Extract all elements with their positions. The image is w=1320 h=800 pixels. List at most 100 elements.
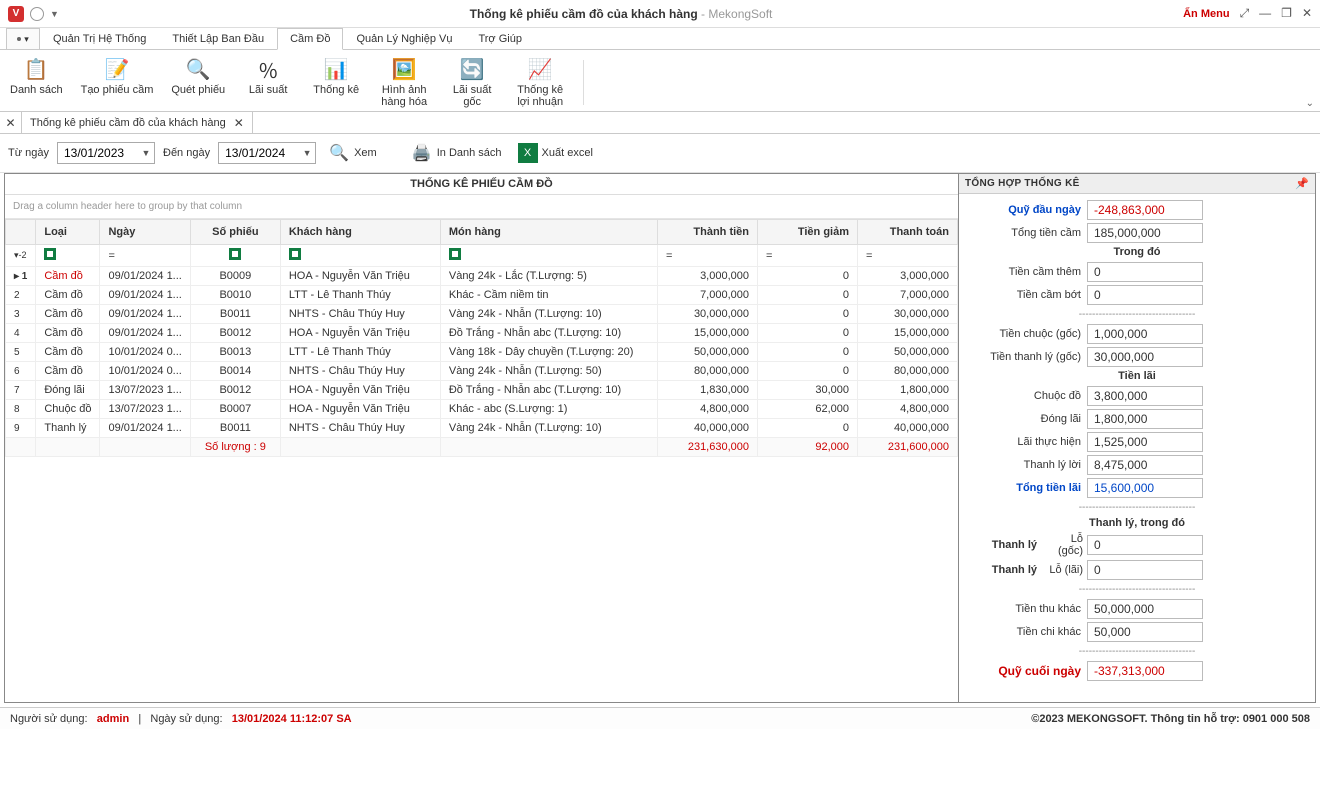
document-tabs: ✕ Thống kê phiếu cầm đồ của khách hàng ✕ <box>0 112 1320 134</box>
menu-tabs: ▾ Quản Trị Hệ ThốngThiết Lập Ban ĐầuCầm … <box>0 28 1320 50</box>
document-tab-close[interactable]: ✕ <box>234 116 244 130</box>
divider: ----------------------------------- <box>1079 309 1196 320</box>
ribbon-label: Thống kê lợi nhuận <box>517 84 563 108</box>
ribbon-icon: 🔍 <box>185 56 211 82</box>
quy-cuoi-value: -337,313,000 <box>1087 661 1203 681</box>
ribbon-item[interactable]: 🔍 Quét phiếu <box>171 56 225 109</box>
tong-cam-value: 185,000,000 <box>1087 223 1203 243</box>
from-date-dropdown-icon[interactable]: ▼ <box>138 148 154 158</box>
to-date-input[interactable] <box>219 143 299 163</box>
ribbon-icon: 🖼️ <box>391 56 417 82</box>
summary-panel: TỔNG HỢP THỐNG KÊ 📌 Quỹ đầu ngày-248,863… <box>959 174 1315 702</box>
ribbon-item[interactable]: 📋Danh sách <box>10 56 63 109</box>
totals-thanh: 231,600,000 <box>858 438 958 457</box>
ribbon-icon: 📝 <box>104 56 130 82</box>
ribbon-label: Quét phiếu <box>171 84 225 96</box>
menu-tab[interactable]: Trợ Giúp <box>465 28 534 49</box>
ribbon-label: Tạo phiếu cầm <box>81 84 154 96</box>
ribbon-expand-icon[interactable]: ⌄ <box>1306 98 1314 109</box>
thu-khac-value: 50,000,000 <box>1087 599 1203 619</box>
table-row[interactable]: 6Cầm đồ10/01/2024 0...B0014NHTS - Châu T… <box>6 362 958 381</box>
filter-row[interactable]: ▾-2==== <box>6 245 958 267</box>
pin-icon[interactable]: 📌 <box>1295 177 1309 190</box>
chevron-down-icon[interactable]: ▼ <box>50 9 59 19</box>
column-header[interactable]: Tiền giảm <box>758 220 858 245</box>
column-header[interactable]: Thanh toán <box>858 220 958 245</box>
to-date-dropdown-icon[interactable]: ▼ <box>299 148 315 158</box>
ribbon-icon: 📋 <box>23 56 49 82</box>
column-header[interactable]: Loại <box>36 220 100 245</box>
ribbon-label: Thống kê <box>313 84 359 96</box>
chi-khac-value: 50,000 <box>1087 622 1203 642</box>
minimize-icon[interactable]: — <box>1259 6 1271 21</box>
status-copyright: ©2023 MEKONGSOFT. Thông tin hỗ trợ: 0901… <box>1031 713 1310 725</box>
lo-lai-value: 0 <box>1087 560 1203 580</box>
group-drop-area[interactable]: Drag a column header here to group by th… <box>5 195 958 219</box>
ribbon-label: Hình ảnh hàng hóa <box>381 84 427 108</box>
ribbon-collapse-icon[interactable]: ⤢ <box>1240 6 1250 21</box>
export-excel-button[interactable]: X Xuất excel <box>514 141 597 165</box>
titlebar: V ▼ Thống kê phiếu cầm đồ của khách hàng… <box>0 0 1320 28</box>
column-header[interactable]: Khách hàng <box>280 220 440 245</box>
column-header[interactable]: Thành tiền <box>658 220 758 245</box>
trong-do-head: Trong đó <box>967 246 1307 258</box>
table-row[interactable]: 3Cầm đồ09/01/2024 1...B0011NHTS - Châu T… <box>6 305 958 324</box>
search-icon: 🔍 <box>328 142 350 164</box>
view-button[interactable]: 🔍 Xem <box>324 140 381 166</box>
thanhly-loi-value: 8,475,000 <box>1087 455 1203 475</box>
to-date-field[interactable]: ▼ <box>218 142 316 164</box>
close-all-tabs[interactable]: ✕ <box>0 112 22 133</box>
hide-menu-link[interactable]: Ẩn Menu <box>1183 8 1229 20</box>
column-header[interactable]: Số phiếu <box>190 220 280 245</box>
chuoc-do-value: 3,800,000 <box>1087 386 1203 406</box>
ribbon-item[interactable]: 🔄Lãi suất gốc <box>447 56 497 109</box>
column-header[interactable]: Ngày <box>100 220 190 245</box>
lo-goc-value: 0 <box>1087 535 1203 555</box>
ribbon-item[interactable]: ％Lãi suất <box>243 56 293 109</box>
table-row[interactable]: 9Thanh lý09/01/2024 1...B0011NHTS - Châu… <box>6 419 958 438</box>
table-row[interactable]: 2Cầm đồ09/01/2024 1...B0010LTT - Lê Than… <box>6 286 958 305</box>
printer-icon: 🖨️ <box>411 142 433 164</box>
table-row[interactable]: 4Cầm đồ09/01/2024 1...B0012HOA - Nguyễn … <box>6 324 958 343</box>
from-date-field[interactable]: ▼ <box>57 142 155 164</box>
column-header[interactable]: Món hàng <box>440 220 657 245</box>
table-row[interactable]: 8Chuộc đồ13/07/2023 1...B0007HOA - Nguyễ… <box>6 400 958 419</box>
tl-trongdo-head: Thanh lý, trong đó <box>967 517 1307 529</box>
cam-bot-value: 0 <box>1087 285 1203 305</box>
ribbon: 📋Danh sách 📝 Tạo phiếu cầm 🔍 Quét phiếu ％Lãi … <box>0 50 1320 112</box>
close-icon[interactable]: ✕ <box>1302 6 1312 21</box>
excel-cell-icon <box>44 248 56 260</box>
ribbon-item[interactable]: 📈Thống kê lợi nhuận <box>515 56 565 109</box>
table-row[interactable]: ▸ 1Cầm đồ09/01/2024 1...B0009HOA - Nguyễ… <box>6 267 958 286</box>
print-button[interactable]: 🖨️ In Danh sách <box>407 140 506 166</box>
quy-dau-label: Quỹ đầu ngày <box>967 204 1087 216</box>
file-menu-tab[interactable]: ▾ <box>6 28 40 49</box>
menu-tab[interactable]: Thiết Lập Ban Đầu <box>159 28 277 49</box>
thanhly-goc-value: 30,000,000 <box>1087 347 1203 367</box>
window-title: Thống kê phiếu cầm đồ của khách hàng - M… <box>59 7 1183 21</box>
tong-lai-value: 15,600,000 <box>1087 478 1203 498</box>
table-row[interactable]: 5Cầm đồ10/01/2024 0...B0013LTT - Lê Than… <box>6 343 958 362</box>
maximize-icon[interactable]: ❐ <box>1281 6 1292 21</box>
cam-them-value: 0 <box>1087 262 1203 282</box>
skin-dropdown[interactable] <box>30 7 44 21</box>
grid-title: THỐNG KÊ PHIẾU CẦM ĐỒ <box>5 174 958 195</box>
totals-count: Số lượng : 9 <box>190 438 280 457</box>
from-date-input[interactable] <box>58 143 138 163</box>
menu-tab[interactable]: Quản Trị Hệ Thống <box>40 28 159 49</box>
ribbon-item[interactable]: 📝 Tạo phiếu cầm <box>81 56 154 109</box>
document-tab[interactable]: Thống kê phiếu cầm đồ của khách hàng ✕ <box>22 112 253 133</box>
chuoc-goc-value: 1,000,000 <box>1087 324 1203 344</box>
dong-lai-value: 1,800,000 <box>1087 409 1203 429</box>
app-icon[interactable]: V <box>8 6 24 22</box>
table-row[interactable]: 7Đóng lãi13/07/2023 1...B0012HOA - Nguyễ… <box>6 381 958 400</box>
ribbon-item[interactable]: 📊Thống kê <box>311 56 361 109</box>
status-user: admin <box>97 713 129 725</box>
statusbar: Người sử dụng: admin | Ngày sử dụng: 13/… <box>0 707 1320 729</box>
data-grid[interactable]: LoạiNgàySố phiếuKhách hàngMón hàngThành … <box>5 219 958 702</box>
menu-tab[interactable]: Quản Lý Nghiệp Vụ <box>343 28 465 49</box>
totals-thanhtien: 231,630,000 <box>658 438 758 457</box>
tong-cam-label: Tổng tiền cầm <box>967 227 1087 239</box>
menu-tab[interactable]: Cầm Đồ <box>277 28 343 50</box>
ribbon-item[interactable]: 🖼️Hình ảnh hàng hóa <box>379 56 429 109</box>
